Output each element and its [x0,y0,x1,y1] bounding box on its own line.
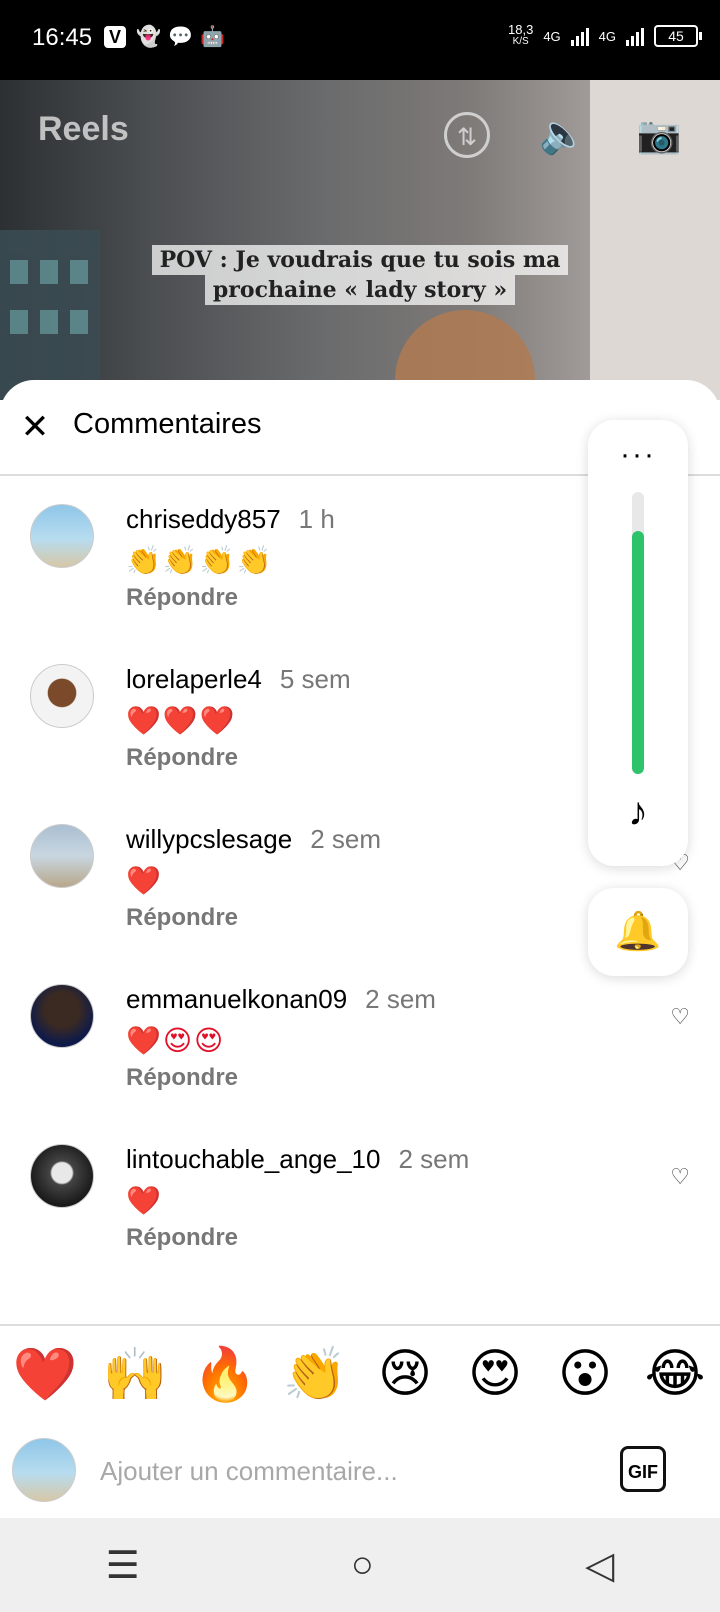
video-background-panel [0,230,100,400]
like-heart-icon[interactable]: ♡ [670,1164,690,1190]
reply-button[interactable]: Répondre [126,1064,238,1092]
avatar [12,1438,76,1502]
status-bar: 16:45 V 👻 💬 🤖 18,3 K/S 4G 4G 45 [0,0,720,80]
reply-button[interactable]: Répondre [126,1224,238,1252]
switch-icon[interactable]: ⇅ [444,112,490,158]
emoji-raised-hands-button[interactable]: 🙌 [100,1344,170,1405]
more-options-icon[interactable]: ··· [588,438,688,472]
status-time: 16:45 [32,24,93,51]
avatar[interactable] [30,824,94,888]
comment-text: ❤️ [126,1185,163,1216]
comment-username[interactable]: emmanuelkonan09 [126,984,347,1014]
comment-text: ❤️😍😍 [126,1025,226,1056]
comment-username[interactable]: lintouchable_ange_10 [126,1144,380,1174]
reply-button[interactable]: Répondre [126,584,238,612]
signal-icon [626,26,644,46]
sheet-title: Commentaires [73,408,262,440]
comment-time: 2 sem [398,1144,470,1174]
bell-icon[interactable]: 🔔 [588,888,688,976]
comment-username[interactable]: chriseddy857 [126,504,281,534]
comment-time: 2 sem [365,984,436,1014]
speed-unit: K/S [512,36,529,47]
comment-text: ❤️❤️❤️ [126,705,237,736]
message-icon: 💬 [168,26,193,48]
comment-item: lintouchable_ange_10 2 sem ❤️ Répondre ♡ [0,1144,720,1294]
gif-button[interactable]: GIF [620,1446,666,1492]
reply-button[interactable]: Répondre [126,904,238,932]
speed-value: 18,3 [508,22,534,37]
emoji-heart-button[interactable]: ❤️ [10,1344,80,1405]
emoji-laughing-button[interactable]: 😂 [640,1344,710,1404]
emoji-heart-eyes-button[interactable]: 😍 [460,1344,530,1404]
avatar[interactable] [30,984,94,1048]
avatar[interactable] [30,504,94,568]
emoji-clap-button[interactable]: 👏 [280,1344,350,1405]
volume-panel: ··· ♪ [588,420,688,866]
network-type-1: 4G [543,28,561,44]
comment-input[interactable] [98,1450,582,1492]
volume-slider-fill [632,531,644,774]
android-icon: 🤖 [200,26,225,48]
reel-caption: POV : Je voudrais que tu sois ma prochai… [150,245,570,305]
status-app-icons: V 👻 💬 🤖 [104,26,225,48]
comment-username[interactable]: willypcslesage [126,824,292,854]
camera-icon[interactable]: 📷 [634,112,684,158]
reels-title: Reels [38,110,129,148]
emoji-fire-button[interactable]: 🔥 [190,1344,260,1405]
signal-icon [570,26,589,46]
back-icon[interactable]: ◁ [585,1543,614,1588]
caption-line-1: POV : Je voudrais que tu sois ma [151,245,569,275]
comment-username[interactable]: lorelaperle4 [126,664,262,694]
volume-icon[interactable]: 🔈 [538,112,588,158]
reel-video[interactable]: Reels ⇅ 🔈 📷 POV : Je voudrais que tu soi… [0,80,720,400]
emoji-sad-button[interactable]: 😢 [370,1344,440,1404]
menu-icon[interactable]: ☰ [106,1543,140,1588]
network-speed: 18,3 K/S [508,22,534,48]
snapchat-icon: 👻 [136,26,161,48]
emoji-surprised-button[interactable]: 😮 [550,1344,620,1404]
like-heart-icon[interactable]: ♡ [670,1004,690,1030]
comment-time: 1 h [298,504,335,534]
comment-composer: GIF [0,1420,720,1518]
home-icon[interactable]: ○ [351,1544,374,1587]
avatar[interactable] [30,664,94,728]
battery-icon: 45 [654,25,702,47]
network-type-2: 4G [598,28,616,44]
reply-button[interactable]: Répondre [126,744,238,772]
volume-slider[interactable] [632,492,644,774]
status-indicators: 18,3 K/S 4G 4G 45 [508,22,702,48]
comment-time: 2 sem [310,824,381,854]
comment-text: ❤️ [126,865,163,896]
comment-time: 5 sem [279,664,351,694]
avatar[interactable] [30,1144,94,1208]
close-icon[interactable]: ✕ [18,410,52,444]
v-app-icon: V [104,26,126,48]
quick-emoji-bar: ❤️ 🙌 🔥 👏 😢 😍 😮 😂 [0,1324,720,1424]
comment-text: 👏👏👏👏 [126,545,274,576]
music-note-icon[interactable]: ♪ [588,790,688,835]
caption-line-2: prochaine « lady story » [204,275,516,305]
comment-item: emmanuelkonan09 2 sem ❤️😍😍 Répondre ♡ [0,984,720,1134]
system-nav-bar: ☰ ○ ◁ [0,1518,720,1612]
